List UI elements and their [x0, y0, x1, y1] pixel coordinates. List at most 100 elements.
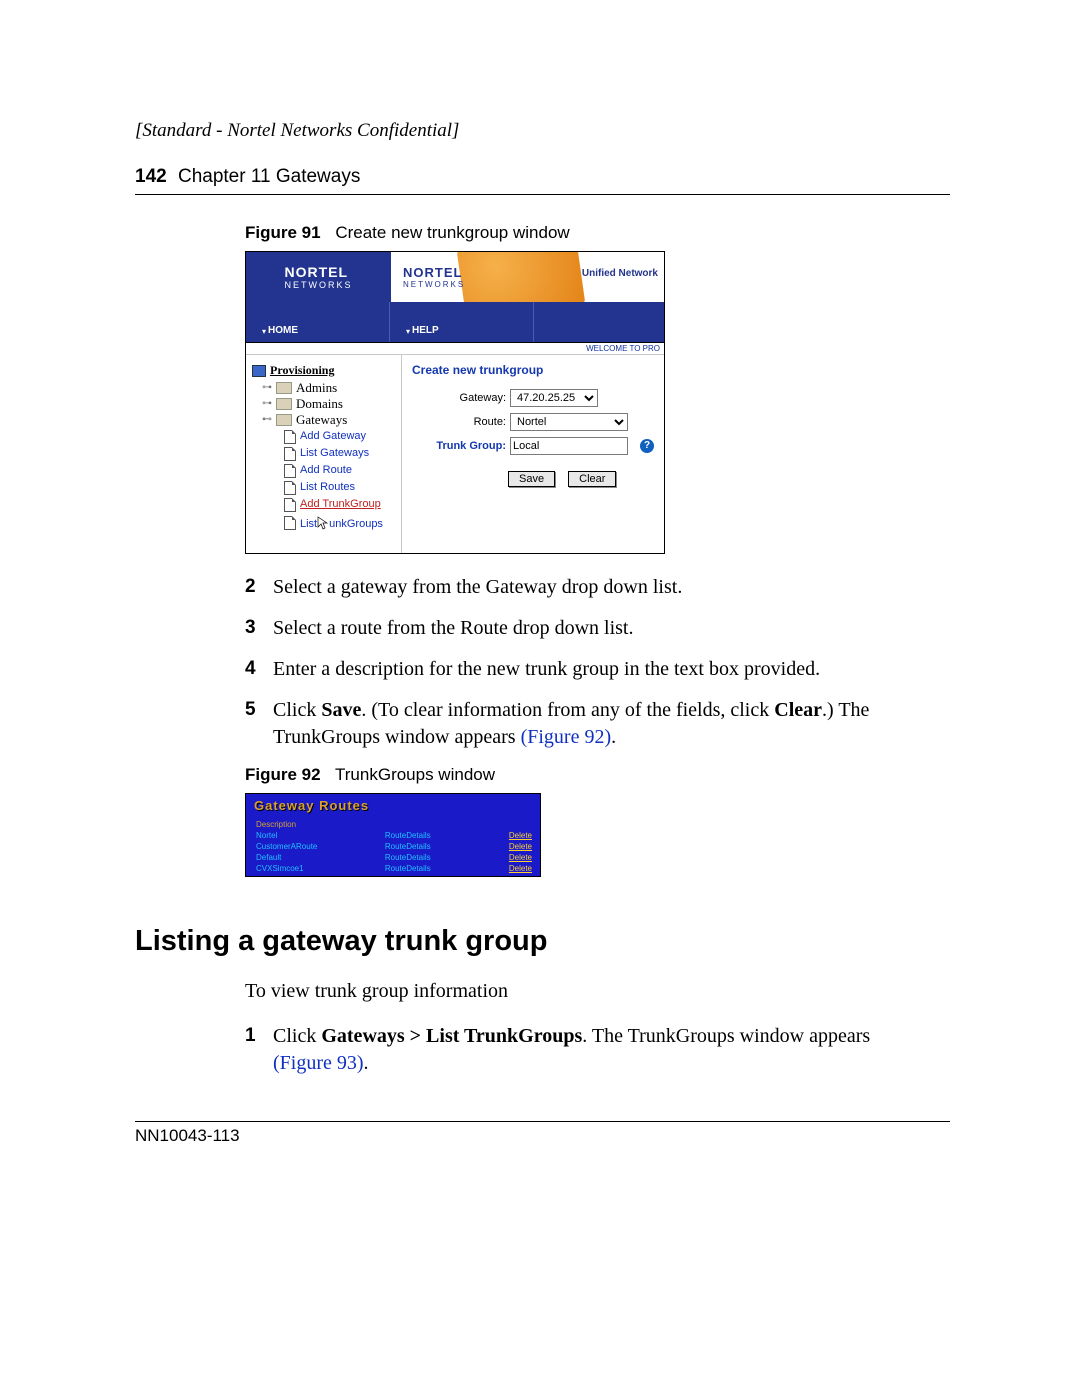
- window-body: Provisioning ⊶ Admins ⊶ Domains ⊷ Gatewa…: [246, 355, 664, 553]
- nav-root-label: Provisioning: [270, 363, 334, 378]
- menu-home-label: HOME: [268, 325, 298, 336]
- document-icon: [284, 464, 296, 478]
- nav-add-gateway-link[interactable]: Add Gateway: [300, 428, 366, 445]
- form-panel: Create new trunkgroup Gateway: 47.20.25.…: [402, 355, 664, 553]
- gateway-select[interactable]: 47.20.25.25: [510, 389, 598, 407]
- footer: NN10043-113: [135, 1121, 950, 1146]
- text: . The TrunkGroups window appears: [582, 1025, 870, 1047]
- menu-help-label: HELP: [412, 325, 439, 336]
- cell[interactable]: CVXSimcoe1: [246, 863, 381, 874]
- nav-add-trunkgroup-link[interactable]: Add TrunkGroup: [300, 496, 381, 513]
- folder-icon: [252, 365, 266, 377]
- nav-gateways[interactable]: ⊷ Gateways: [262, 412, 397, 428]
- menu-help[interactable]: ▾ HELP: [390, 302, 534, 342]
- folder-icon: [276, 382, 292, 394]
- cell: [477, 819, 540, 830]
- nav-admins-label: Admins: [296, 380, 337, 396]
- cell[interactable]: RouteDetails: [381, 852, 477, 863]
- cell[interactable]: Nortel: [246, 830, 381, 841]
- figure-91-number: Figure 91: [245, 223, 321, 242]
- delete-link[interactable]: Delete: [477, 830, 540, 841]
- table-row: Description: [246, 819, 540, 830]
- routes-table: Description Nortel RouteDetails Delete C…: [246, 819, 540, 874]
- figure-91-window: NORTEL NETWORKS NORTEL NETWORKS Unified …: [245, 251, 665, 554]
- route-label: Route:: [412, 416, 506, 428]
- nav-gateways-label: Gateways: [296, 412, 347, 428]
- trunkgroup-input[interactable]: [510, 437, 628, 455]
- row-gateway: Gateway: 47.20.25.25: [412, 389, 654, 407]
- cell[interactable]: CustomerARoute: [246, 841, 381, 852]
- step-number: 4: [245, 656, 273, 683]
- nav-domains[interactable]: ⊶ Domains: [262, 396, 397, 412]
- document-icon: [284, 481, 296, 495]
- table-row: Nortel RouteDetails Delete: [246, 830, 540, 841]
- cell[interactable]: RouteDetails: [381, 863, 477, 874]
- text: .: [611, 726, 616, 748]
- step-1: 1 Click Gateways > List TrunkGroups. The…: [245, 1023, 950, 1077]
- delete-link[interactable]: Delete: [477, 841, 540, 852]
- doc-id: NN10043-113: [135, 1126, 240, 1145]
- route-select[interactable]: Nortel: [510, 413, 628, 431]
- nav-add-trunkgroup[interactable]: Add TrunkGroup: [284, 496, 397, 513]
- text: Click: [273, 1025, 321, 1047]
- bold-path: Gateways > List TrunkGroups: [321, 1025, 582, 1047]
- nav-list-trunkgroups[interactable]: ListunkGroups: [284, 513, 397, 533]
- document-icon: [284, 498, 296, 512]
- brand-small-2: NETWORKS: [403, 280, 465, 289]
- page-number: 142: [135, 166, 167, 187]
- nav-list-gateways-link[interactable]: List Gateways: [300, 445, 369, 462]
- figure-93-ref[interactable]: (Figure 93): [273, 1052, 364, 1074]
- confidential-notice: [Standard - Nortel Networks Confidential…: [135, 120, 950, 142]
- step-3: 3 Select a route from the Route drop dow…: [245, 615, 950, 642]
- nav-admins[interactable]: ⊶ Admins: [262, 380, 397, 396]
- key-collapsed-icon: ⊶: [262, 380, 272, 396]
- gateway-label: Gateway:: [412, 392, 506, 404]
- menu-home[interactable]: ▾ HOME: [246, 302, 390, 342]
- unified-network-label: Unified Network: [582, 268, 658, 279]
- nav-add-gateway[interactable]: Add Gateway: [284, 428, 397, 445]
- document-icon: [284, 447, 296, 461]
- step-4: 4 Enter a description for the new trunk …: [245, 656, 950, 683]
- nav-list-trunkgroups-link[interactable]: ListunkGroups: [300, 513, 383, 533]
- banner: NORTEL NETWORKS NORTEL NETWORKS Unified …: [246, 252, 664, 302]
- nav-root[interactable]: Provisioning: [252, 363, 397, 378]
- clear-button[interactable]: Clear: [568, 471, 616, 487]
- trunkgroup-label: Trunk Group:: [412, 440, 506, 452]
- brand-small: NETWORKS: [284, 280, 352, 290]
- nav-add-route[interactable]: Add Route: [284, 462, 397, 479]
- text: Click: [273, 699, 321, 721]
- step-body: Enter a description for the new trunk gr…: [273, 656, 950, 683]
- step-number: 1: [245, 1023, 273, 1077]
- step-body: Click Save. (To clear information from a…: [273, 697, 950, 751]
- brand-big-2: NORTEL: [403, 265, 465, 280]
- delete-link[interactable]: Delete: [477, 863, 540, 874]
- section-heading: Listing a gateway trunk group: [135, 925, 950, 958]
- delete-link[interactable]: Delete: [477, 852, 540, 863]
- figure-92-window: Gateway Routes Description Nortel RouteD…: [245, 793, 541, 877]
- nav-list-gateways[interactable]: List Gateways: [284, 445, 397, 462]
- folder-icon: [276, 398, 292, 410]
- cell[interactable]: RouteDetails: [381, 841, 477, 852]
- figure-92-ref[interactable]: (Figure 92): [521, 726, 612, 748]
- nav-list-routes-link[interactable]: List Routes: [300, 479, 355, 496]
- cursor-icon: [317, 516, 329, 530]
- step-number: 2: [245, 574, 273, 601]
- nav-tree: Provisioning ⊶ Admins ⊶ Domains ⊷ Gatewa…: [246, 355, 402, 553]
- chapter-title: Chapter 11 Gateways: [178, 166, 360, 187]
- help-icon[interactable]: ?: [640, 439, 654, 453]
- document-icon: [284, 430, 296, 444]
- cell[interactable]: Default: [246, 852, 381, 863]
- banner-right: NORTEL NETWORKS Unified Network: [391, 252, 664, 302]
- nav-list-routes[interactable]: List Routes: [284, 479, 397, 496]
- step-number: 5: [245, 697, 273, 751]
- steps-list-a: 2 Select a gateway from the Gateway drop…: [245, 574, 950, 751]
- step-body: Select a route from the Route drop down …: [273, 615, 950, 642]
- save-button[interactable]: Save: [508, 471, 555, 487]
- nav-add-route-link[interactable]: Add Route: [300, 462, 352, 479]
- logo-right: NORTEL NETWORKS: [403, 265, 465, 289]
- row-route: Route: Nortel: [412, 413, 654, 431]
- cell[interactable]: RouteDetails: [381, 830, 477, 841]
- figure-92-number: Figure 92: [245, 765, 321, 784]
- section-intro: To view trunk group information: [245, 980, 950, 1003]
- menubar: ▾ HOME ▾ HELP: [246, 302, 664, 342]
